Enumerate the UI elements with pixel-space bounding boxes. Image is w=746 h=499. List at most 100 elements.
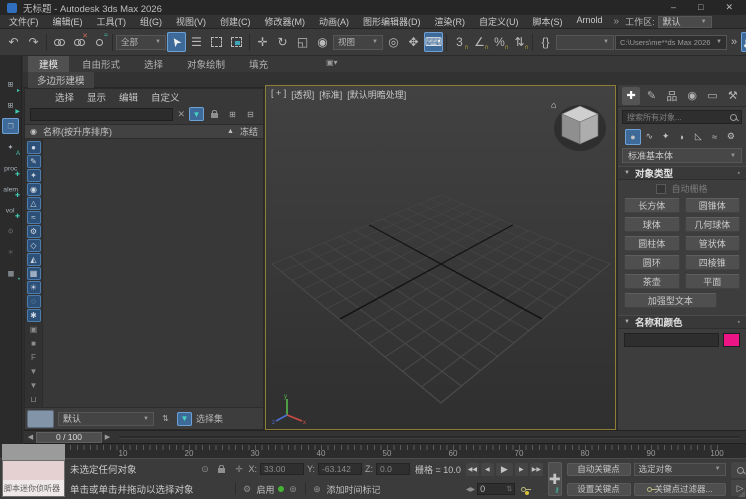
resize-grip-icon[interactable]: ◢ [738, 488, 745, 499]
viewport-label[interactable]: [ + ] [271, 88, 286, 101]
spinner-snap-toggle[interactable]: ⇅∩ [510, 32, 529, 52]
listener-scroll-area[interactable] [2, 444, 65, 460]
explorer-filter-icon[interactable]: ☀ [27, 281, 41, 294]
arnold-toolbar-icon[interactable]: ⊞▶ [2, 97, 19, 113]
viewcube[interactable]: ⌂ [547, 96, 609, 154]
reference-coordinate-dropdown[interactable]: 视图▼ [333, 35, 383, 50]
menu-item[interactable]: 图形编辑器(D) [356, 15, 428, 28]
maximize-button[interactable]: □ [698, 2, 703, 13]
z-coordinate-field[interactable]: 0.0 [376, 463, 410, 475]
selection-set-list-icon[interactable]: ⇅ [158, 412, 173, 426]
ribbon-tab[interactable]: 自由形式 [71, 56, 131, 72]
explorer-filter-icon[interactable]: ▼ [27, 365, 41, 378]
menu-item[interactable]: 组(G) [133, 15, 169, 28]
selection-filter-dropdown[interactable]: 全部▼ [116, 35, 166, 50]
expand-all-icon[interactable]: ⊞ [225, 107, 240, 121]
menu-item[interactable]: 文件(F) [2, 15, 46, 28]
viewport-label[interactable]: [透视] [291, 88, 314, 101]
set-keys-button[interactable]: ✚⚷ [548, 462, 562, 496]
object-type-button[interactable]: 茶壶 [624, 274, 680, 289]
explorer-filter-icon[interactable]: ◉ [27, 183, 41, 196]
explorer-filter-icon[interactable]: ✦ [27, 169, 41, 182]
object-type-button[interactable]: 圆锥体 [685, 198, 741, 213]
menu-item[interactable]: Arnold [570, 15, 610, 28]
absolute-offset-toggle[interactable]: ✛ [233, 463, 246, 476]
auto-key-button[interactable]: 自动关键点 [567, 463, 631, 476]
explorer-preset-dropdown[interactable]: 默认▼ [58, 412, 154, 426]
ribbon-tab[interactable]: 建模 [28, 56, 69, 72]
menu-item[interactable]: 创建(C) [213, 15, 258, 28]
zoom-button[interactable] [731, 462, 746, 478]
object-type-button[interactable]: 圆柱体 [624, 236, 680, 251]
perspective-viewport[interactable]: [ + ][透视][标准][默认明暗处理] ▼ ⌂ y x z [265, 85, 616, 430]
explorer-filter-icon[interactable]: ● [27, 141, 41, 154]
current-frame-field[interactable]: 0 ⇅ [477, 483, 515, 495]
workspace-dropdown[interactable]: 默认 ▼ [658, 16, 712, 28]
menu-overflow-icon[interactable]: » [610, 16, 624, 27]
autogrid-checkbox[interactable] [656, 184, 666, 194]
menu-item[interactable]: 工具(T) [90, 15, 134, 28]
arnold-toolbar-icon[interactable]: ✦A [2, 139, 19, 155]
object-type-rollout[interactable]: ▼ 对象类型 ▪ [618, 166, 746, 180]
menu-item[interactable]: 修改器(M) [258, 15, 313, 28]
gear-icon[interactable]: ⚙ [241, 483, 254, 496]
viewport-label[interactable]: [标准] [319, 88, 342, 101]
explorer-filter-icon[interactable]: ◭ [27, 253, 41, 266]
explorer-corner-grip[interactable] [27, 410, 54, 428]
minimize-button[interactable]: – [671, 2, 676, 13]
explorer-filter-icon[interactable]: ✱ [27, 309, 41, 322]
arnold-toolbar-icon[interactable]: ☀ [2, 244, 19, 260]
undo-button[interactable]: ↶ [4, 32, 23, 52]
redo-button[interactable]: ↷ [24, 32, 43, 52]
menu-item[interactable]: 视图(V) [169, 15, 213, 28]
explorer-column-header[interactable]: ◉ 名称(按升序排序) ▲ 冻结 [25, 124, 263, 139]
link-icon[interactable] [50, 32, 69, 52]
arnold-toolbar-icon[interactable]: proc✚ [2, 160, 19, 176]
listener-pane[interactable]: 脚本迷你侦听器 [2, 480, 65, 497]
explorer-menu-item[interactable]: 编辑 [119, 90, 138, 104]
track-bar[interactable]: ≈ 102030405060708090100 [24, 443, 746, 458]
object-type-button[interactable]: 长方体 [624, 198, 680, 213]
explorer-filter-icon[interactable]: ≈ [27, 211, 41, 224]
explorer-lock-icon[interactable] [207, 107, 222, 121]
x-coordinate-field[interactable]: 33.00 [260, 463, 304, 475]
previous-frame-icon[interactable]: ◀ [25, 433, 36, 441]
explorer-filter-icon[interactable]: ✎ [27, 155, 41, 168]
menu-item[interactable]: 渲染(R) [428, 15, 473, 28]
percent-snap-toggle[interactable]: %∩ [490, 32, 509, 52]
object-type-button[interactable]: 球体 [624, 217, 680, 232]
arnold-toolbar-icon[interactable]: ⚙ [2, 223, 19, 239]
go-to-end-button[interactable]: ▶▶ [530, 463, 543, 476]
select-by-name-button[interactable]: ☰ [187, 32, 206, 52]
arnold-toolbar-icon[interactable]: vol✚ [2, 202, 19, 218]
explorer-object-list[interactable] [43, 139, 263, 407]
explorer-filter-icon[interactable]: ▼ [27, 379, 41, 392]
explorer-filter-icon[interactable]: ▦ [27, 267, 41, 280]
go-to-start-button[interactable]: ◀◀ [466, 463, 479, 476]
selected-objects-dropdown[interactable]: 选定对象▼ [634, 463, 726, 476]
explorer-filter-icon[interactable]: ◇ [27, 239, 41, 252]
tab-utilities[interactable]: ⚒ [724, 87, 742, 105]
object-type-button[interactable]: 加强型文本 [624, 293, 717, 308]
explorer-filter-funnel-icon[interactable]: ▼ [189, 107, 204, 121]
object-type-button[interactable]: 平面 [685, 274, 741, 289]
arnold-toolbar-icon[interactable]: ⊞▸ [2, 76, 19, 92]
object-type-button[interactable]: 圆环 [624, 255, 680, 270]
unlink-icon[interactable]: ✕ [70, 32, 89, 52]
angle-snap-toggle[interactable]: ∠∩ [470, 32, 489, 52]
create-selection-set-icon[interactable]: ▼ [177, 412, 192, 426]
ribbon-tab[interactable]: 填充 [238, 56, 279, 72]
object-type-button[interactable]: 四棱锥 [685, 255, 741, 270]
explorer-filter-icon[interactable]: △ [27, 197, 41, 210]
add-time-tag-button[interactable]: 添加时间标记 [327, 483, 381, 496]
create-category-icon[interactable]: ≈ [707, 129, 723, 145]
arnold-toolbar-icon[interactable]: ▦• [2, 265, 19, 281]
project-folder-dropdown[interactable]: C:\Users\me**ds Max 2026▼ [615, 35, 727, 50]
time-slider[interactable]: ◀ 0 / 100 ▶ [24, 430, 746, 443]
explorer-menu-item[interactable]: 显示 [87, 90, 106, 104]
arnold-toolbar-icon[interactable]: alem✚ [2, 181, 19, 197]
clear-search-icon[interactable]: ✕ [176, 109, 186, 120]
frozen-column-label[interactable]: 冻结 [240, 125, 258, 138]
menu-item[interactable]: 编辑(E) [46, 15, 90, 28]
next-frame-button[interactable]: ▶ [515, 463, 528, 476]
